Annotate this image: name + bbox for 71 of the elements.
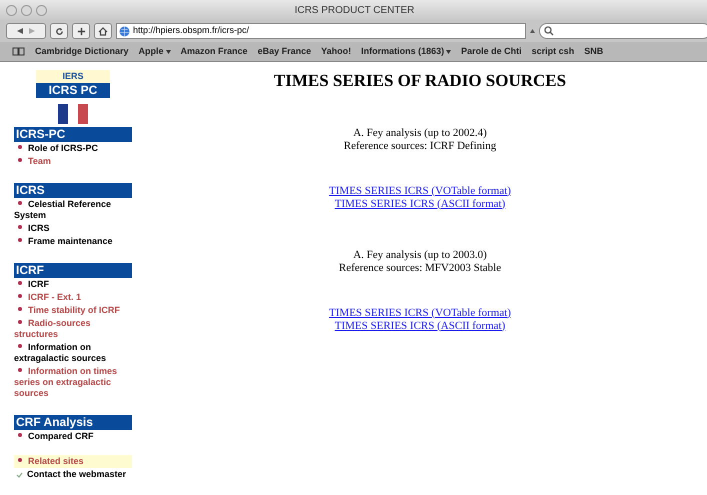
download-link[interactable]: TIMES SERIES ICRS (VOTable format) (329, 306, 511, 320)
add-button[interactable] (72, 23, 90, 39)
book-icon[interactable] (12, 47, 25, 56)
bookmark-item[interactable]: SNB (584, 44, 604, 58)
bookmark-item[interactable]: Apple (138, 44, 171, 58)
bookmark-item[interactable]: script csh (532, 44, 574, 58)
bullet-icon (18, 307, 22, 311)
flag-icon (58, 104, 88, 124)
bullet-icon (18, 145, 22, 149)
plus-icon (76, 26, 86, 36)
sidebar-link[interactable]: Information on extragalactic sources (14, 342, 133, 364)
bookmark-item[interactable]: Parole de Chti (461, 44, 522, 58)
sidebar-link[interactable]: Contact the webmaster (14, 469, 132, 480)
bookmark-item[interactable]: Cambridge Dictionary (35, 44, 129, 58)
download-link[interactable]: TIMES SERIES ICRS (VOTable format) (329, 184, 511, 198)
description-text: Reference sources: ICRF Defining (344, 140, 496, 152)
bullet-icon (18, 201, 22, 205)
bullet-icon (18, 433, 22, 437)
home-icon (98, 26, 108, 36)
sidebar-link[interactable]: Related sites (14, 456, 132, 467)
bullet-icon (18, 294, 22, 298)
globe-icon (119, 26, 130, 36)
caret-icon (446, 50, 452, 54)
sidebar-link[interactable]: Information on times series on extragalactic sources (14, 366, 133, 399)
caret-icon (166, 50, 171, 54)
bullet-icon (18, 344, 22, 348)
bullet-icon (18, 225, 22, 229)
caret-icon[interactable] (530, 29, 535, 33)
sidebar-link[interactable]: ICRF - Ext. 1 (14, 292, 133, 303)
bookmark-item[interactable]: Amazon France (180, 44, 248, 58)
section-heading: ICRS (14, 183, 132, 198)
home-button[interactable] (94, 23, 112, 39)
page-title: TIMES SERIES OF RADIO SOURCES (274, 70, 566, 92)
description-text: A. Fey analysis (up to 2002.4) (353, 126, 487, 140)
bullet-icon (18, 281, 22, 285)
section-heading: ICRF (14, 263, 132, 278)
sidebar-link[interactable]: ICRS (14, 223, 133, 234)
sidebar-link[interactable]: Radio-sources structures (14, 318, 133, 340)
download-link[interactable]: TIMES SERIES ICRS (ASCII format) (334, 198, 506, 210)
sidebar-link[interactable]: Role of ICRS-PC (14, 143, 133, 154)
reload-button[interactable] (50, 23, 68, 39)
logo-bottom: ICRS PC (36, 83, 110, 98)
window-title: ICRS PRODUCT CENTER (294, 4, 414, 18)
search-field[interactable] (539, 23, 707, 39)
description-text: Reference sources: MFV2003 Stable (338, 262, 502, 274)
bullet-icon (18, 320, 22, 324)
bookmark-item[interactable]: Informations (1863) (361, 44, 452, 58)
bullet-icon (18, 158, 22, 162)
search-icon (544, 26, 554, 36)
sidebar-link[interactable]: ICRF (14, 279, 133, 290)
description-text: A. Fey analysis (up to 2003.0) (353, 248, 487, 262)
back-icon (17, 28, 23, 34)
sidebar-link[interactable]: Frame maintenance (14, 236, 133, 247)
bullet-icon (18, 238, 22, 242)
address-field[interactable]: http://hpiers.obspm.fr/icrs-pc/ (116, 23, 526, 39)
bookmark-item[interactable]: Yahoo! (321, 44, 352, 58)
check-icon (16, 472, 23, 478)
sidebar-link[interactable]: Compared CRF (14, 431, 133, 442)
download-link[interactable]: TIMES SERIES ICRS (ASCII format) (334, 320, 506, 332)
sidebar-link[interactable]: Time stability of ICRF (14, 305, 133, 316)
section-heading: ICRS-PC (14, 127, 132, 142)
bookmark-item[interactable]: eBay France (258, 44, 312, 58)
reload-icon (54, 26, 64, 36)
back-forward-button[interactable] (6, 23, 46, 39)
forward-icon (29, 28, 35, 34)
logo-top: IERS (36, 70, 110, 83)
section-heading: CRF Analysis (14, 415, 132, 430)
bullet-icon (18, 458, 22, 462)
bullet-icon (18, 368, 22, 372)
sidebar-link[interactable]: Celestial Reference System (14, 199, 133, 221)
sidebar-link[interactable]: Team (14, 156, 133, 167)
